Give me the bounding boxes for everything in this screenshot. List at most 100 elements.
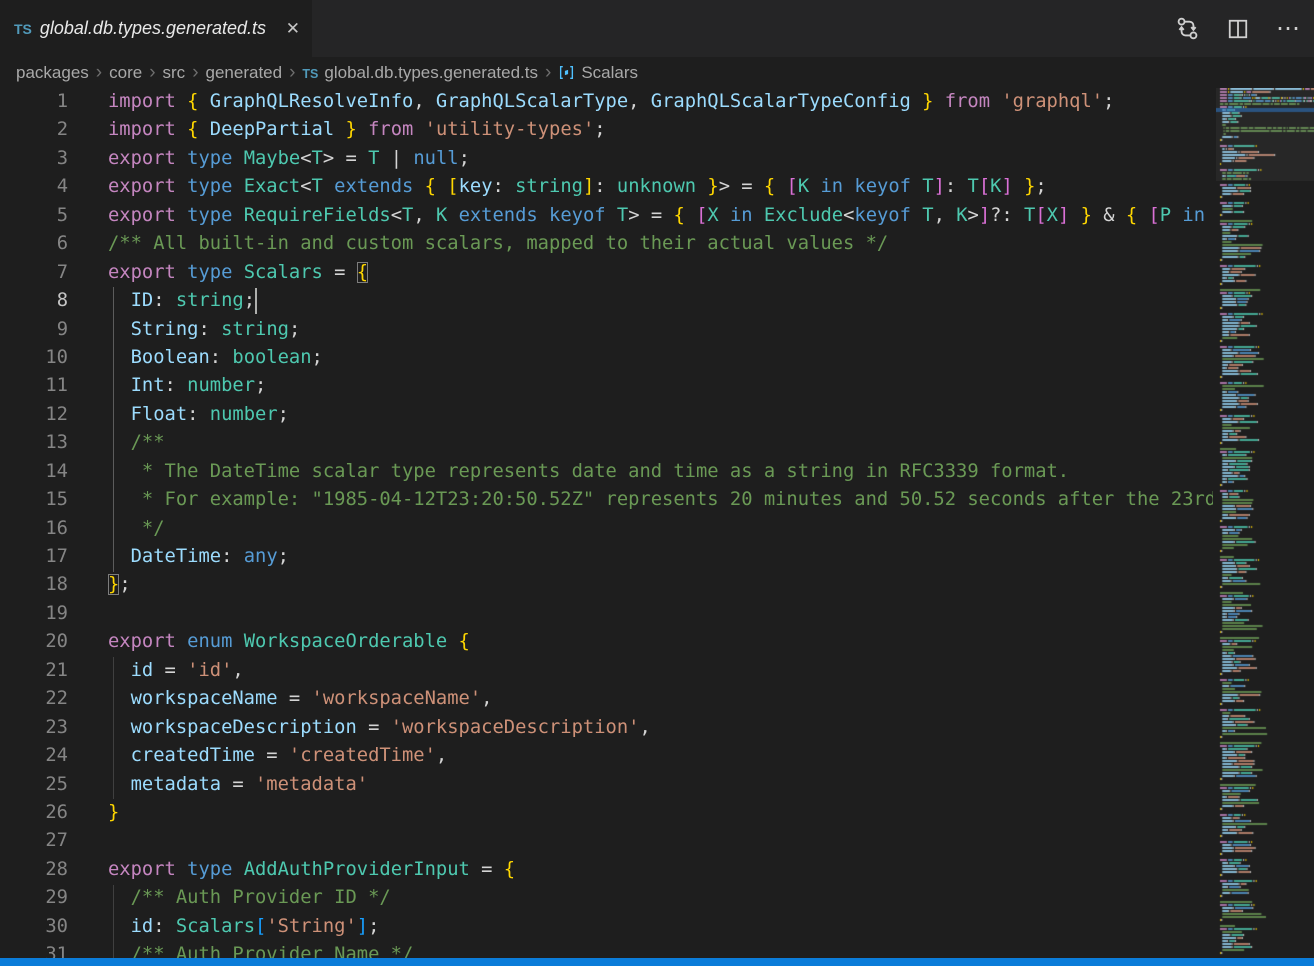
code-line[interactable]: 3export type Maybe<T> = T | null; [0, 145, 1213, 173]
code-line[interactable]: 8 ID: string; [0, 287, 1213, 315]
code-line[interactable]: 21 id = 'id', [0, 657, 1213, 685]
line-number[interactable]: 2 [0, 116, 68, 144]
line-number[interactable]: 8 [0, 287, 68, 315]
line-number[interactable]: 15 [0, 486, 68, 514]
line-number[interactable]: 26 [0, 799, 68, 827]
minimap[interactable] [1216, 88, 1314, 958]
line-number[interactable]: 4 [0, 173, 68, 201]
code-line[interactable]: 18}; [0, 571, 1213, 599]
close-icon[interactable]: ✕ [286, 19, 300, 39]
more-actions-icon[interactable]: ⋯ [1276, 17, 1300, 41]
code-line[interactable]: 29 /** Auth Provider ID */ [0, 884, 1213, 912]
line-number[interactable]: 29 [0, 884, 68, 912]
code-line[interactable]: 2import { DeepPartial } from 'utility-ty… [0, 116, 1213, 144]
code-text: Float: number; [68, 401, 289, 429]
line-number[interactable]: 22 [0, 685, 68, 713]
code-line[interactable]: 16 */ [0, 515, 1213, 543]
code-text: * The DateTime scalar type represents da… [68, 458, 1069, 486]
code-line[interactable]: 27 [0, 827, 1213, 855]
code-line[interactable]: 23 workspaceDescription = 'workspaceDesc… [0, 714, 1213, 742]
code-line[interactable]: 6/** All built-in and custom scalars, ma… [0, 230, 1213, 258]
code-line[interactable]: 5export type RequireFields<T, K extends … [0, 202, 1213, 230]
indent-guide [113, 885, 114, 966]
line-number[interactable]: 1 [0, 88, 68, 116]
line-number[interactable]: 24 [0, 742, 68, 770]
line-number[interactable]: 25 [0, 771, 68, 799]
line-number[interactable]: 20 [0, 628, 68, 656]
code-line[interactable]: 11 Int: number; [0, 372, 1213, 400]
typescript-file-icon: TS [302, 67, 318, 81]
symbol-type-icon [558, 64, 575, 81]
code-line[interactable]: 28export type AddAuthProviderInput = { [0, 856, 1213, 884]
line-number[interactable]: 12 [0, 401, 68, 429]
line-number[interactable]: 6 [0, 230, 68, 258]
line-number[interactable]: 11 [0, 372, 68, 400]
code-text: /** All built-in and custom scalars, map… [68, 230, 888, 258]
code-line[interactable]: 22 workspaceName = 'workspaceName', [0, 685, 1213, 713]
breadcrumb-item-generated[interactable]: generated [206, 63, 283, 82]
code-line[interactable]: 15 * For example: "1985-04-12T23:20:50.5… [0, 486, 1213, 514]
vscode-window: TS global.db.types.generated.ts ✕ ⋯ pack… [0, 0, 1314, 966]
line-number[interactable]: 21 [0, 657, 68, 685]
line-number[interactable]: 7 [0, 259, 68, 287]
split-editor-icon[interactable] [1226, 17, 1250, 41]
code-line[interactable]: 1import { GraphQLResolveInfo, GraphQLSca… [0, 88, 1213, 116]
code-line[interactable]: 20export enum WorkspaceOrderable { [0, 628, 1213, 656]
code-line[interactable]: 25 metadata = 'metadata' [0, 771, 1213, 799]
line-number[interactable]: 16 [0, 515, 68, 543]
code-text: createdTime = 'createdTime', [68, 742, 447, 770]
code-text: import { GraphQLResolveInfo, GraphQLScal… [68, 88, 1114, 116]
code-text: id: Scalars['String']; [68, 913, 379, 941]
code-text: /** Auth Provider ID */ [68, 884, 391, 912]
typescript-file-icon: TS [14, 21, 32, 37]
code-line[interactable]: 9 String: string; [0, 316, 1213, 344]
code-line[interactable]: 24 createdTime = 'createdTime', [0, 742, 1213, 770]
breadcrumb-item-file[interactable]: TSglobal.db.types.generated.ts [302, 63, 538, 83]
code-line[interactable]: 19 [0, 600, 1213, 628]
code-text: export type RequireFields<T, K extends k… [68, 202, 1213, 230]
code-line[interactable]: 12 Float: number; [0, 401, 1213, 429]
code-text: ID: string; [68, 287, 255, 315]
line-number[interactable]: 5 [0, 202, 68, 230]
chevron-right-icon: › [96, 62, 102, 83]
compare-changes-icon[interactable] [1175, 16, 1200, 41]
line-number[interactable]: 3 [0, 145, 68, 173]
line-number[interactable]: 17 [0, 543, 68, 571]
line-number[interactable]: 18 [0, 571, 68, 599]
line-number[interactable]: 10 [0, 344, 68, 372]
code-text: workspaceName = 'workspaceName', [68, 685, 492, 713]
code-line[interactable]: 26} [0, 799, 1213, 827]
line-number[interactable]: 30 [0, 913, 68, 941]
code-text: DateTime: any; [68, 543, 289, 571]
breadcrumb-item-symbol[interactable]: Scalars [558, 63, 638, 83]
minimap-slider[interactable] [1216, 88, 1314, 181]
line-number[interactable]: 27 [0, 827, 68, 855]
line-number[interactable]: 23 [0, 714, 68, 742]
code-text [68, 600, 108, 628]
code-text: String: string; [68, 316, 300, 344]
minimap-content [1216, 88, 1314, 958]
line-number[interactable]: 19 [0, 600, 68, 628]
line-number[interactable]: 13 [0, 429, 68, 457]
chevron-right-icon: › [289, 62, 295, 83]
line-number[interactable]: 9 [0, 316, 68, 344]
code-line[interactable]: 14 * The DateTime scalar type represents… [0, 458, 1213, 486]
code-line[interactable]: 17 DateTime: any; [0, 543, 1213, 571]
code-line[interactable]: 4export type Exact<T extends { [key: str… [0, 173, 1213, 201]
breadcrumb-item-src[interactable]: src [163, 63, 186, 82]
editor-actions: ⋯ [1175, 0, 1314, 57]
code-line[interactable]: 13 /** [0, 429, 1213, 457]
code-text: * For example: "1985-04-12T23:20:50.52Z"… [68, 486, 1213, 514]
code-text: id = 'id', [68, 657, 244, 685]
breadcrumb-item-packages[interactable]: packages [16, 63, 89, 82]
code-line[interactable]: 10 Boolean: boolean; [0, 344, 1213, 372]
chevron-right-icon: › [149, 62, 155, 83]
code-editor[interactable]: 1import { GraphQLResolveInfo, GraphQLSca… [0, 88, 1213, 966]
line-number[interactable]: 28 [0, 856, 68, 884]
tab-global-db-types[interactable]: TS global.db.types.generated.ts ✕ [0, 0, 312, 57]
code-line[interactable]: 7export type Scalars = { [0, 259, 1213, 287]
breadcrumb-item-core[interactable]: core [109, 63, 142, 82]
code-line[interactable]: 30 id: Scalars['String']; [0, 913, 1213, 941]
indent-guide [113, 657, 114, 799]
line-number[interactable]: 14 [0, 458, 68, 486]
